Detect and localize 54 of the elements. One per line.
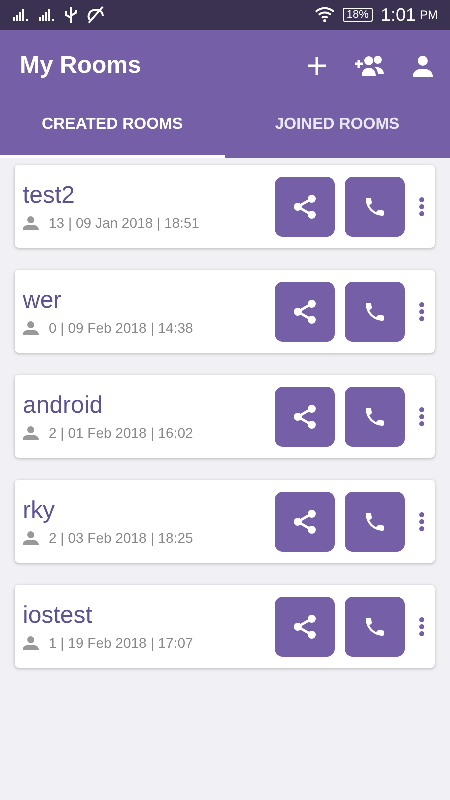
more-options-icon[interactable] [419, 196, 425, 216]
share-icon [292, 298, 318, 324]
room-name: iostest [23, 602, 94, 630]
share-button[interactable] [275, 596, 335, 656]
usb-icon [64, 6, 78, 24]
more-options-icon[interactable] [419, 406, 425, 426]
person-icon [23, 426, 39, 440]
tab[interactable]: CREATED ROOMS [0, 102, 225, 158]
room-name: rky [23, 497, 56, 525]
more-options-icon[interactable] [419, 616, 425, 636]
add-people-icon[interactable] [354, 55, 386, 77]
room-info: 1 | 19 Feb 2018 | 17:07 [49, 635, 194, 651]
room-card[interactable]: android 2 | 01 Feb 2018 | 16:02 [15, 375, 435, 458]
room-info: 2 | 03 Feb 2018 | 18:25 [49, 530, 194, 546]
room-card[interactable]: test2 13 | 09 Jan 2018 | 18:51 [15, 165, 435, 248]
room-card[interactable]: wer 0 | 09 Feb 2018 | 14:38 [15, 270, 435, 353]
account-icon[interactable] [412, 55, 434, 77]
call-button[interactable] [345, 596, 405, 656]
room-name: test2 [23, 182, 76, 210]
call-button[interactable] [345, 282, 405, 342]
battery-level: 18% [342, 8, 373, 22]
add-icon[interactable] [306, 55, 328, 77]
sync-off-icon [86, 6, 106, 24]
share-icon [292, 614, 318, 640]
signal-icon [12, 8, 30, 22]
room-name: wer [23, 287, 63, 315]
person-icon [23, 531, 39, 545]
tab[interactable]: JOINED ROOMS [225, 102, 450, 158]
signal-icon [38, 8, 56, 22]
call-button[interactable] [345, 492, 405, 552]
room-card[interactable]: rky 2 | 03 Feb 2018 | 18:25 [15, 480, 435, 563]
share-button[interactable] [275, 282, 335, 342]
share-icon [292, 508, 318, 534]
app-title: My Rooms [20, 52, 142, 80]
call-button[interactable] [345, 176, 405, 236]
share-button[interactable] [275, 492, 335, 552]
clock-time: 1:01 [380, 4, 416, 26]
more-options-icon[interactable] [419, 302, 425, 322]
room-info: 13 | 09 Jan 2018 | 18:51 [49, 215, 200, 231]
room-card[interactable]: iostest 1 | 19 Feb 2018 | 17:07 [15, 585, 435, 668]
room-info: 0 | 09 Feb 2018 | 14:38 [49, 320, 194, 336]
more-options-icon[interactable] [419, 512, 425, 532]
room-info: 2 | 01 Feb 2018 | 16:02 [49, 425, 194, 441]
share-button[interactable] [275, 386, 335, 446]
room-name: android [23, 392, 104, 420]
clock-meridiem: PM [420, 8, 438, 22]
person-icon [23, 321, 39, 335]
share-icon [292, 194, 318, 220]
wifi-icon [314, 7, 335, 23]
share-icon [292, 404, 318, 430]
call-button[interactable] [345, 386, 405, 446]
share-button[interactable] [275, 176, 335, 236]
person-icon [23, 216, 39, 230]
person-icon [23, 636, 39, 650]
